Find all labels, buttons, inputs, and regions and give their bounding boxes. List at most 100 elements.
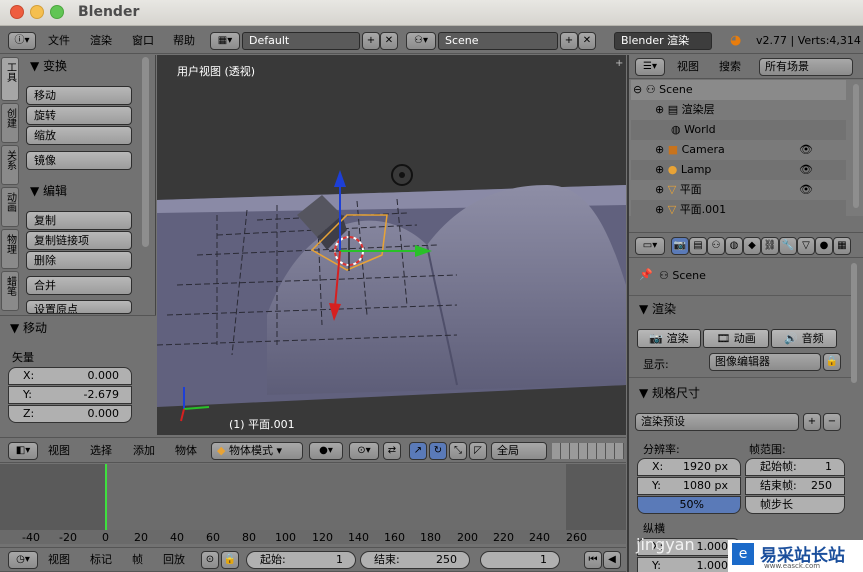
lock-icon[interactable]: 🔒	[221, 551, 239, 569]
object-context-icon[interactable]: ◆	[743, 237, 761, 255]
collapse-icon[interactable]: ⊖	[633, 83, 642, 96]
timeline-playhead[interactable]	[105, 464, 107, 530]
menu-file[interactable]: 文件	[48, 32, 70, 50]
add-scene-icon[interactable]: +	[560, 32, 578, 50]
screen-layout-icon[interactable]: ▦▾	[210, 32, 240, 50]
render-image-button[interactable]: 📷 渲染	[637, 329, 701, 348]
close-window-button[interactable]	[10, 5, 24, 19]
minimize-window-button[interactable]	[30, 5, 44, 19]
maximize-window-button[interactable]	[50, 5, 64, 19]
join-button[interactable]: 合并	[26, 276, 132, 295]
visibility-eye-icon[interactable]: 👁	[799, 180, 813, 200]
timeline-menu-frame[interactable]: 帧	[132, 551, 143, 569]
view3d-editor-icon[interactable]: ◧▾	[8, 442, 38, 460]
outliner-menu-view[interactable]: 视图	[677, 58, 699, 76]
scene-field[interactable]: Scene	[438, 32, 558, 50]
gizmo-z-arrow[interactable]	[334, 170, 346, 187]
frame-step-prop[interactable]: 帧步长	[745, 496, 845, 514]
expand-icon[interactable]: ⊕	[655, 103, 664, 116]
tab-animation[interactable]: 动画	[1, 187, 19, 227]
rotate-button[interactable]: 旋转	[26, 106, 132, 125]
resolution-y-field[interactable]: Y: 1080 px	[637, 477, 741, 495]
render-preset-select[interactable]: 渲染预设	[635, 413, 799, 431]
remove-scene-icon[interactable]: ✕	[578, 32, 596, 50]
view3d-menu-add[interactable]: 添加	[133, 442, 155, 460]
expand-icon[interactable]: ⊕	[655, 183, 664, 196]
view3d-menu-select[interactable]: 选择	[90, 442, 112, 460]
menu-render[interactable]: 渲染	[90, 32, 112, 50]
render-animation-button[interactable]: 🎞 动画	[703, 329, 769, 348]
render-audio-button[interactable]: 🔊 音频	[771, 329, 837, 348]
vector-x-field[interactable]: X: 0.000	[8, 367, 132, 385]
3d-viewport[interactable]: 用户视图 (透视) (1) 平面.001 +	[157, 55, 626, 435]
scale-manipulator-icon[interactable]: ⤡	[449, 442, 467, 460]
editor-type-icon[interactable]: ⓘ▾	[8, 32, 36, 50]
duplicate-button[interactable]: 复制	[26, 211, 132, 230]
world-context-icon[interactable]: ◍	[725, 237, 743, 255]
play-reverse-icon[interactable]: ◀	[603, 551, 621, 569]
data-context-icon[interactable]: ▽	[797, 237, 815, 255]
render-panel-header[interactable]: ▼ 渲染	[639, 300, 676, 317]
tab-create[interactable]: 创建	[1, 103, 19, 143]
tab-physics[interactable]: 物理	[1, 229, 19, 269]
scale-button[interactable]: 缩放	[26, 126, 132, 145]
outliner-row-plane001[interactable]: ⊕ ▽ 平面.001	[631, 200, 846, 216]
delete-button[interactable]: 删除	[26, 251, 132, 270]
timeline-menu-view[interactable]: 视图	[48, 551, 70, 569]
transform-panel-header[interactable]: ▼ 变换	[30, 57, 67, 74]
visibility-eye-icon[interactable]: 👁	[799, 140, 813, 160]
duplicate-linked-button[interactable]: 复制链接项	[26, 231, 132, 250]
outliner-row-scene[interactable]: ⊖ ⚇ Scene	[631, 80, 846, 100]
material-context-icon[interactable]: ●	[815, 237, 833, 255]
start-frame-prop[interactable]: 起始帧: 1	[745, 458, 845, 476]
resolution-percent-field[interactable]: 50%	[637, 496, 741, 514]
properties-scrollbar[interactable]	[851, 263, 857, 383]
move-button[interactable]: 移动	[26, 86, 132, 105]
modifiers-context-icon[interactable]: 🔧	[779, 237, 797, 255]
view3d-menu-view[interactable]: 视图	[48, 442, 70, 460]
jump-start-icon[interactable]: ⏮	[584, 551, 602, 569]
vector-z-field[interactable]: Z: 0.000	[8, 405, 132, 423]
manipulator-toggle[interactable]: ⇄	[383, 442, 401, 460]
renderlayer-context-icon[interactable]: ▤	[689, 237, 707, 255]
outliner-row-camera[interactable]: ⊕ ■ Camera 👁	[631, 140, 846, 160]
operator-panel-header[interactable]: ▼ 移动	[10, 319, 47, 336]
outliner-row-world[interactable]: ◍ World	[631, 120, 846, 140]
outliner-row-lamp[interactable]: ⊕ ● Lamp 👁	[631, 160, 846, 180]
layer-buttons[interactable]	[552, 443, 624, 459]
timeline-menu-playback[interactable]: 回放	[163, 551, 185, 569]
render-context-icon[interactable]: 📷	[671, 237, 689, 255]
remove-screen-icon[interactable]: ✕	[380, 32, 398, 50]
record-icon[interactable]: ⊙	[201, 551, 219, 569]
transform-orientation-select[interactable]: 全局	[491, 442, 547, 460]
translate-manipulator-icon[interactable]: ↗	[409, 442, 427, 460]
viewport-shading-select[interactable]: ●▾	[309, 442, 343, 460]
viewport-corner-plus-icon[interactable]: +	[615, 58, 623, 69]
expand-icon[interactable]: ⊕	[655, 163, 664, 176]
display-select[interactable]: 图像编辑器	[709, 353, 821, 371]
render-engine-select[interactable]: Blender 渲染	[614, 32, 712, 50]
outliner-filter-select[interactable]: 所有场景	[759, 58, 853, 76]
expand-icon[interactable]: ⊕	[655, 143, 664, 156]
tab-relations[interactable]: 关系	[1, 145, 19, 185]
tab-tools[interactable]: 工具	[1, 57, 19, 101]
aspect-y-field[interactable]: Y: 1.000	[637, 557, 741, 572]
outliner-menu-search[interactable]: 搜索	[719, 58, 741, 76]
scene-icon[interactable]: ⚇▾	[406, 32, 436, 50]
dimensions-panel-header[interactable]: ▼ 规格尺寸	[639, 384, 700, 401]
end-frame-prop[interactable]: 结束帧: 250	[745, 477, 845, 495]
properties-editor-icon[interactable]: ▭▾	[635, 237, 665, 255]
lock-interface-icon[interactable]: 🔒	[823, 353, 841, 371]
pivot-point-select[interactable]: ⊙▾	[349, 442, 379, 460]
pin-icon[interactable]: 📌	[639, 268, 653, 281]
outliner-row-renderlayers[interactable]: ⊕ ▤ 渲染层	[631, 100, 846, 120]
end-frame-field[interactable]: 结束: 250	[360, 551, 470, 569]
remove-preset-icon[interactable]: −	[823, 413, 841, 431]
current-frame-field[interactable]: 1	[480, 551, 560, 569]
interaction-mode-select[interactable]: ◆ 物体模式 ▾	[211, 442, 303, 460]
menu-help[interactable]: 帮助	[173, 32, 195, 50]
tab-grease-pencil[interactable]: 蜡笔	[1, 271, 19, 311]
edit-panel-header[interactable]: ▼ 编辑	[30, 182, 67, 199]
texture-context-icon[interactable]: ▦	[833, 237, 851, 255]
expand-icon[interactable]: ⊕	[655, 203, 664, 216]
